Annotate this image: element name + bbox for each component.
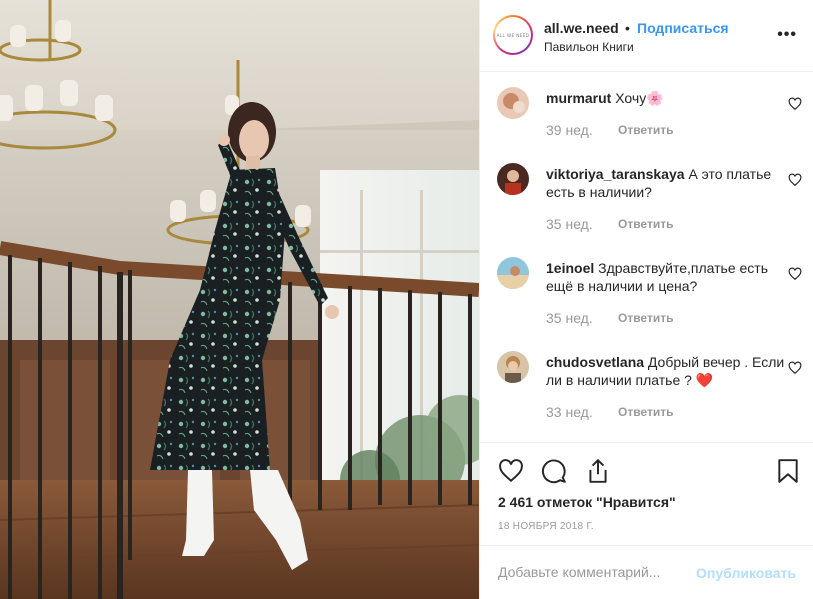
comment-time[interactable]: 35 нед. [546,216,593,232]
comment-time[interactable]: 33 нед. [546,404,593,420]
comment-bubble-icon[interactable] [541,458,567,484]
post-actions-bar [480,444,813,494]
post-side-panel: ALL WE NEED all.we.need • Подписаться Па… [479,0,813,599]
likes-count[interactable]: 2 461 отметок "Нравится" [498,494,676,510]
comment-avatar[interactable] [497,257,529,289]
add-comment-bar: Опубликовать [480,545,813,599]
comment-avatar[interactable] [497,351,529,383]
publish-button[interactable]: Опубликовать [696,565,796,581]
reply-button[interactable]: Ответить [618,217,673,231]
comment-avatar[interactable] [497,163,529,195]
comment-username[interactable]: viktoriya_taranskaya [546,166,685,182]
share-icon[interactable] [585,458,611,484]
avatar-photo [497,163,529,195]
comment-input[interactable] [498,564,688,580]
post-photo-illustration [0,0,479,599]
heart-icon[interactable] [788,267,802,281]
avatar-photo [497,351,529,383]
header-separator-dot: • [625,20,630,36]
comment-text: 1einoel Здравствуйте,платье есть ещё в н… [546,259,786,295]
comment-time[interactable]: 35 нед. [546,310,593,326]
avatar-photo [497,257,529,289]
avatar-photo [497,87,529,119]
follow-button[interactable]: Подписаться [637,20,729,36]
comment-avatar[interactable] [497,87,529,119]
reply-button[interactable]: Ответить [618,311,673,325]
comment-text: viktoriya_taranskaya А это платье есть в… [546,165,786,201]
post-header: ALL WE NEED all.we.need • Подписаться Па… [480,0,813,72]
comment-username[interactable]: 1einoel [546,260,594,276]
comment-text: murmarut Хочу🌸 [546,89,786,107]
reply-button[interactable]: Ответить [618,123,673,137]
heart-icon[interactable] [788,173,802,187]
profile-avatar[interactable]: ALL WE NEED [493,15,533,55]
comment-time[interactable]: 39 нед. [546,122,593,138]
post-photo[interactable] [0,0,479,599]
heart-icon[interactable] [788,361,802,375]
location-link[interactable]: Павильон Книги [544,40,634,54]
post-date[interactable]: 18 НОЯБРЯ 2018 Г. [498,521,594,532]
profile-avatar-inner: ALL WE NEED [495,17,531,53]
header-username[interactable]: all.we.need [544,20,619,36]
comment-body: Хочу🌸 [615,90,664,106]
comments-list: murmarut Хочу🌸 39 нед. Ответить viktoriy… [480,72,813,443]
avatar-logo-text: ALL WE NEED [496,32,530,38]
comment-username[interactable]: murmarut [546,90,611,106]
reply-button[interactable]: Ответить [618,405,673,419]
comment-username[interactable]: chudosvetlana [546,354,644,370]
more-options-icon[interactable]: ••• [777,26,797,44]
bookmark-icon[interactable] [775,458,801,484]
heart-icon[interactable] [498,458,524,484]
heart-icon[interactable] [788,97,802,111]
comment-text: chudosvetlana Добрый вечер . Если ли в н… [546,353,786,389]
